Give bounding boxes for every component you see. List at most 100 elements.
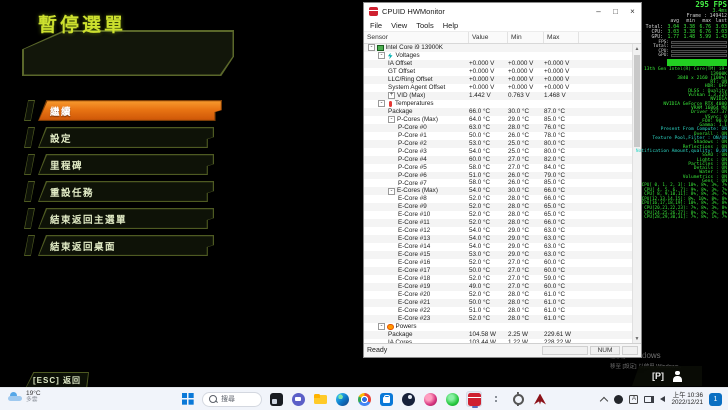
menu-help[interactable]: Help [443, 21, 458, 30]
sensor-row[interactable]: E-Core #2352.0 °C28.0 °C61.0 °C [364, 315, 632, 323]
search-placeholder: 搜尋 [221, 394, 235, 404]
sensor-label: P-Core #5 [398, 164, 427, 172]
store-icon[interactable] [378, 391, 394, 407]
ime-icon[interactable]: A [629, 395, 638, 404]
menu-item-5[interactable]: 結束返回主選單 [24, 208, 214, 229]
scroll-down-arrow[interactable]: ▼ [633, 334, 641, 343]
sensor-row[interactable]: GT Offset+0.000 V+0.000 V+0.000 V [364, 68, 632, 76]
sensor-row[interactable]: E-Core #1152.0 °C28.0 °C66.0 °C [364, 219, 632, 227]
collapse-icon[interactable]: - [368, 44, 375, 51]
menu-item-6[interactable]: 結束返回桌面 [24, 235, 214, 256]
expand-icon[interactable]: + [388, 92, 395, 99]
collapse-icon[interactable]: - [378, 52, 385, 59]
volume-icon[interactable] [660, 396, 665, 402]
pinned-app-icon[interactable] [422, 391, 438, 407]
menu-item-1[interactable]: 繼續 [24, 100, 214, 121]
start-button[interactable] [180, 391, 196, 407]
menu-item-3[interactable]: 里程碑 [24, 154, 214, 175]
sensor-label: E-Core #12 [398, 227, 430, 235]
sensor-row[interactable]: E-Core #1553.0 °C29.0 °C63.0 °C [364, 251, 632, 259]
overflow-dots-icon[interactable] [488, 391, 504, 407]
sensor-row[interactable]: P-Core #063.0 °C28.0 °C76.0 °C [364, 124, 632, 132]
sensor-row[interactable]: +VID (Max)1.442 V0.763 V1.468 V [364, 92, 632, 100]
collapse-icon[interactable]: - [378, 100, 385, 107]
sensor-row[interactable]: E-Core #2052.0 °C28.0 °C61.0 °C [364, 291, 632, 299]
hwmonitor-titlebar[interactable]: CPUID HWMonitor – □ × [364, 3, 641, 19]
collapse-icon[interactable]: - [378, 323, 385, 330]
edge-icon[interactable] [334, 391, 350, 407]
chevron-up-icon[interactable] [601, 396, 608, 403]
column-header-value[interactable]: Value [469, 32, 508, 43]
collapse-icon[interactable]: - [388, 116, 395, 123]
menu-file[interactable]: File [370, 21, 382, 30]
clock[interactable]: 上午 10:36 2022/12/21 [671, 392, 703, 406]
sensor-max: 1.468 V [544, 92, 566, 100]
sensor-row[interactable]: LLC/Ring Offset+0.000 V+0.000 V+0.000 V [364, 76, 632, 84]
settings-gear-icon[interactable] [510, 391, 526, 407]
sensor-row[interactable]: E-Core #852.0 °C28.0 °C66.0 °C [364, 195, 632, 203]
sensor-row[interactable]: E-Core #2251.0 °C28.0 °C61.0 °C [364, 307, 632, 315]
steam-icon[interactable] [400, 391, 416, 407]
sensor-row[interactable]: -Voltages [364, 52, 632, 60]
notification-badge[interactable]: 1 [709, 393, 722, 406]
camera-app-icon[interactable] [444, 391, 460, 407]
sensor-row[interactable]: E-Core #1254.0 °C29.0 °C63.0 °C [364, 227, 632, 235]
photo-mode-button[interactable]: [P] [632, 366, 702, 386]
hwmonitor-menubar: File View Tools Help [364, 19, 641, 32]
column-header-sensor[interactable]: Sensor [364, 32, 469, 43]
sensor-row[interactable]: -Intel Core i9 13900K [364, 44, 632, 52]
hwmonitor-icon[interactable] [466, 391, 482, 407]
sensor-max: +0.000 V [544, 76, 569, 84]
menu-item-4[interactable]: 重設任務 [24, 181, 214, 202]
sensor-row[interactable]: E-Core #1354.0 °C29.0 °C63.0 °C [364, 235, 632, 243]
collapse-icon[interactable]: - [388, 188, 395, 195]
minimize-button[interactable]: – [590, 4, 607, 18]
column-header-max[interactable]: Max [544, 32, 579, 43]
clock-time: 上午 10:36 [671, 392, 703, 399]
sensor-row[interactable]: P-Core #460.0 °C27.0 °C82.0 °C [364, 156, 632, 164]
menu-view[interactable]: View [391, 21, 407, 30]
power-icon [387, 324, 394, 331]
weather-widget[interactable]: 19°C 多雲 [8, 390, 41, 403]
sensor-row[interactable]: P-Core #558.0 °C27.0 °C84.0 °C [364, 164, 632, 172]
sensor-row[interactable]: P-Core #253.0 °C25.0 °C80.0 °C [364, 140, 632, 148]
menu-item-2[interactable]: 設定 [24, 127, 214, 148]
sensor-row[interactable]: E-Core #1852.0 °C27.0 °C59.0 °C [364, 275, 632, 283]
sensor-label: E-Core #20 [398, 291, 430, 299]
sensor-row[interactable]: E-Core #1454.0 °C29.0 °C63.0 °C [364, 243, 632, 251]
sensor-min: 25.0 °C [508, 140, 529, 148]
sensor-row[interactable]: E-Core #1949.0 °C27.0 °C60.0 °C [364, 283, 632, 291]
sensor-row[interactable]: P-Core #758.0 °C26.0 °C85.0 °C [364, 179, 632, 187]
sensor-row[interactable]: P-Core #354.0 °C25.0 °C80.0 °C [364, 148, 632, 156]
afterburner-icon[interactable] [532, 391, 548, 407]
cpu-core-usage-list: CPU[ 0, 1, 2, 3]: 10%, 8%, 3%, 7%CPU[ 4,… [631, 184, 727, 220]
cloud-icon [8, 392, 22, 401]
sensor-row[interactable]: -P-Cores (Max)64.0 °C29.0 °C85.0 °C [364, 116, 632, 124]
search-box[interactable]: 搜尋 [202, 392, 262, 407]
menu-tools[interactable]: Tools [416, 21, 434, 30]
sensor-row[interactable]: E-Core #1052.0 °C28.0 °C65.0 °C [364, 211, 632, 219]
sensor-row[interactable]: E-Core #1750.0 °C27.0 °C60.0 °C [364, 267, 632, 275]
sensor-row[interactable]: System Agent Offset+0.000 V+0.000 V+0.00… [364, 84, 632, 92]
weather-condition: 多雲 [26, 397, 41, 403]
sensor-row[interactable]: -Temperatures [364, 100, 632, 108]
sensor-row[interactable]: -Powers [364, 323, 632, 331]
sensor-row[interactable]: Package104.58 W2.25 W229.61 W [364, 331, 632, 339]
sensor-row[interactable]: E-Core #2150.0 °C28.0 °C61.0 °C [364, 299, 632, 307]
sensor-row[interactable]: Package66.0 °C30.0 °C87.0 °C [364, 108, 632, 116]
app-dark-icon[interactable] [268, 391, 284, 407]
sensor-row[interactable]: -E-Cores (Max)54.0 °C30.0 °C66.0 °C [364, 187, 632, 195]
sensor-row[interactable]: P-Core #651.0 °C26.0 °C79.0 °C [364, 172, 632, 180]
file-explorer-icon[interactable] [312, 391, 328, 407]
chat-icon[interactable] [290, 391, 306, 407]
column-header-min[interactable]: Min [508, 32, 544, 43]
sensor-row[interactable]: IA Cores103.44 W1.22 W228.22 W [364, 339, 632, 343]
tray-status-dot-icon[interactable] [614, 395, 623, 404]
sensor-row[interactable]: E-Core #952.0 °C28.0 °C65.0 °C [364, 203, 632, 211]
sensor-row[interactable]: E-Core #1652.0 °C27.0 °C60.0 °C [364, 259, 632, 267]
sensor-row[interactable]: IA Offset+0.000 V+0.000 V+0.000 V [364, 60, 632, 68]
maximize-button[interactable]: □ [607, 4, 624, 18]
sensor-row[interactable]: P-Core #150.0 °C26.0 °C78.0 °C [364, 132, 632, 140]
chrome-icon[interactable] [356, 391, 372, 407]
cpu-usage-line: CPU[28,29,30,31]: 7%, 8%, 1%, 7% [631, 216, 727, 221]
